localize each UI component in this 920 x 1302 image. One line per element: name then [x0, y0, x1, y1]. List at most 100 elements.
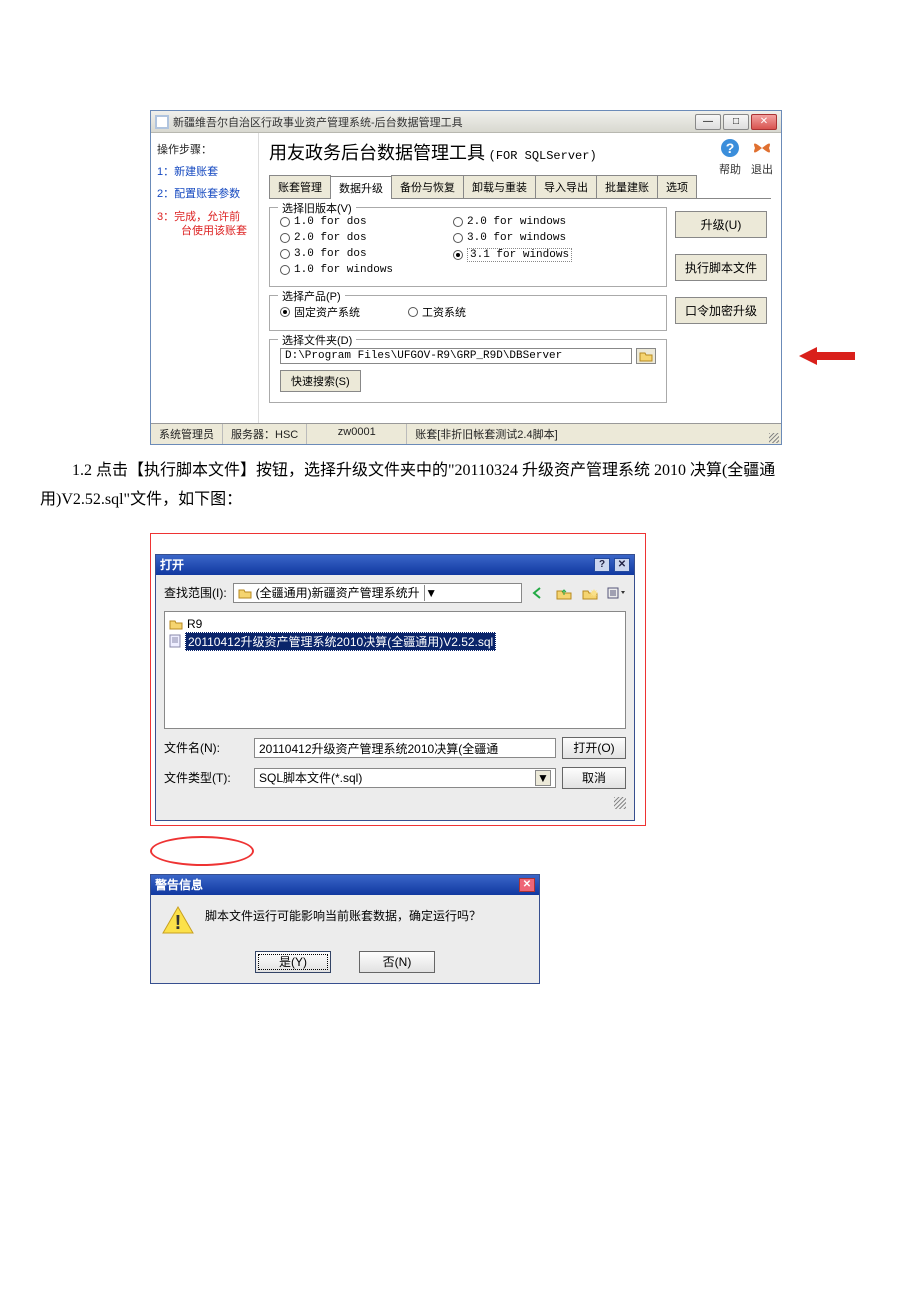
chevron-down-icon: ▼ — [535, 770, 551, 786]
chevron-down-icon: ▼ — [424, 585, 438, 601]
tab-backup[interactable]: 备份与恢复 — [391, 175, 464, 198]
svg-text:?: ? — [726, 140, 735, 156]
folder-icon — [169, 618, 183, 630]
radio-v2dos[interactable]: 2.0 for dos — [280, 232, 393, 244]
warning-icon: ! — [161, 905, 195, 935]
annotation-arrow — [799, 345, 855, 367]
radio-v2win[interactable]: 2.0 for windows — [453, 216, 572, 228]
step-link-3b[interactable]: 台使用该账套 — [157, 224, 252, 238]
no-button[interactable]: 否(N) — [359, 951, 435, 973]
open-button[interactable]: 打开(O) — [562, 737, 626, 759]
tab-upgrade[interactable]: 数据升级 — [330, 176, 392, 199]
yes-button[interactable]: 是(Y) — [255, 951, 331, 973]
new-folder-button[interactable] — [580, 583, 600, 603]
help-button[interactable]: ? 帮助 — [719, 137, 741, 177]
tab-options[interactable]: 选项 — [657, 175, 697, 198]
annotation-ellipse — [150, 836, 254, 866]
resize-grip-icon[interactable] — [614, 797, 626, 809]
tab-account[interactable]: 账套管理 — [269, 175, 331, 198]
body-paragraph: 1.2 点击【执行脚本文件】按钮，选择升级文件夹中的"20110324 升级资产… — [40, 457, 880, 515]
folder-open-icon — [639, 350, 653, 362]
list-item-folder[interactable]: R9 — [169, 617, 621, 631]
up-folder-button[interactable] — [554, 583, 574, 603]
help-icon: ? — [719, 137, 741, 159]
close-button[interactable]: ✕ — [751, 114, 777, 130]
back-button[interactable] — [528, 583, 548, 603]
list-view-icon — [607, 586, 625, 600]
group-version: 选择旧版本(V) 1.0 for dos 2.0 for dos 3.0 for… — [269, 207, 667, 287]
tab-import[interactable]: 导入导出 — [535, 175, 597, 198]
open-dialog-frame: 打开 ? ✕ 查找范围(I): (全疆通用)新疆资产管理系统升 ▼ — [150, 533, 646, 826]
radio-v1dos[interactable]: 1.0 for dos — [280, 216, 393, 228]
steps-heading: 操作步骤： — [157, 141, 252, 157]
step-link-1[interactable]: 1：新建账套 — [157, 165, 252, 179]
step-link-3a[interactable]: 3：完成，允许前 — [157, 210, 252, 224]
status-code: zw0001 — [307, 424, 407, 444]
minimize-button[interactable]: — — [695, 114, 721, 130]
folder-path-input[interactable]: D:\Program Files\UFGOV-R9\GRP_R9D\DBServ… — [280, 348, 632, 364]
filetype-dropdown[interactable]: SQL脚本文件(*.sql) ▼ — [254, 768, 556, 788]
group-product: 选择产品(P) 固定资产系统 工资系统 — [269, 295, 667, 331]
main-window: 新疆维吾尔自治区行政事业资产管理系统-后台数据管理工具 — □ ✕ 操作步骤： … — [150, 110, 782, 445]
status-account: 账套[非折旧帐套测试2.4脚本] — [407, 424, 767, 444]
close-button[interactable]: ✕ — [519, 878, 535, 892]
quick-search-button[interactable]: 快速搜索(S) — [280, 370, 361, 392]
butterfly-icon — [751, 137, 773, 159]
group-product-legend: 选择产品(P) — [278, 288, 345, 304]
radio-product-asset[interactable]: 固定资产系统 — [280, 304, 360, 320]
warning-dialog: 警告信息 ✕ ! 脚本文件运行可能影响当前账套数据，确定运行吗？ 是(Y) 否(… — [150, 874, 540, 984]
exec-script-button[interactable]: 执行脚本文件 — [675, 254, 767, 281]
radio-product-salary[interactable]: 工资系统 — [408, 304, 466, 320]
tabs: 账套管理 数据升级 备份与恢复 卸载与重装 导入导出 批量建账 选项 — [269, 175, 771, 199]
close-button[interactable]: ✕ — [614, 558, 630, 572]
open-dialog: 打开 ? ✕ 查找范围(I): (全疆通用)新疆资产管理系统升 ▼ — [155, 554, 635, 821]
warning-message: 脚本文件运行可能影响当前账套数据，确定运行吗？ — [205, 905, 481, 924]
radio-v3win[interactable]: 3.0 for windows — [453, 232, 572, 244]
steps-sidebar: 操作步骤： 1：新建账套 2：配置账套参数 3：完成，允许前 台使用该账套 — [151, 133, 259, 423]
app-icon — [155, 115, 169, 129]
toolbar-right: ? 帮助 退出 — [719, 137, 773, 177]
lookin-dropdown[interactable]: (全疆通用)新疆资产管理系统升 ▼ — [233, 583, 522, 603]
list-item-file[interactable]: 20110412升级资产管理系统2010决算(全疆通用)V2.52.sql — [169, 632, 621, 651]
group-folder: 选择文件夹(D) D:\Program Files\UFGOV-R9\GRP_R… — [269, 339, 667, 403]
view-menu-button[interactable] — [606, 583, 626, 603]
main-panel: 用友政务后台数据管理工具 (FOR SQLServer) ? 帮助 退出 账套管… — [259, 133, 781, 423]
step-link-2[interactable]: 2：配置账套参数 — [157, 187, 252, 201]
titlebar: 新疆维吾尔自治区行政事业资产管理系统-后台数据管理工具 — □ ✕ — [151, 111, 781, 133]
radio-v3dos[interactable]: 3.0 for dos — [280, 248, 393, 260]
open-dialog-title: 打开 — [160, 556, 594, 573]
folder-up-icon — [556, 586, 572, 600]
page-subtitle: (FOR SQLServer) — [489, 149, 597, 163]
status-user: 系统管理员 — [151, 424, 223, 444]
radio-v31win[interactable]: 3.1 for windows — [453, 248, 572, 262]
resize-grip-icon[interactable] — [767, 424, 781, 444]
help-button[interactable]: ? — [594, 558, 610, 572]
filename-label: 文件名(N): — [164, 739, 248, 756]
page-title: 用友政务后台数据管理工具 — [269, 143, 485, 163]
maximize-button[interactable]: □ — [723, 114, 749, 130]
filetype-label: 文件类型(T): — [164, 769, 248, 786]
group-folder-legend: 选择文件夹(D) — [278, 332, 356, 348]
folder-new-icon — [582, 586, 598, 600]
status-bar: 系统管理员 服务器：HSC zw0001 账套[非折旧帐套测试2.4脚本] — [151, 423, 781, 444]
arrow-left-icon — [530, 586, 546, 600]
tab-batch[interactable]: 批量建账 — [596, 175, 658, 198]
browse-button[interactable] — [636, 348, 656, 364]
lookin-label: 查找范围(I): — [164, 584, 227, 601]
pwd-encrypt-button[interactable]: 口令加密升级 — [675, 297, 767, 324]
svg-text:!: ! — [175, 912, 182, 934]
tab-uninstall[interactable]: 卸载与重装 — [463, 175, 536, 198]
file-list[interactable]: R9 20110412升级资产管理系统2010决算(全疆通用)V2.52.sql — [164, 611, 626, 729]
window-title: 新疆维吾尔自治区行政事业资产管理系统-后台数据管理工具 — [173, 114, 695, 130]
exit-button[interactable]: 退出 — [751, 137, 773, 177]
filename-input[interactable]: 20110412升级资产管理系统2010决算(全疆通 — [254, 738, 556, 758]
open-dialog-titlebar: 打开 ? ✕ — [156, 555, 634, 575]
radio-v1win[interactable]: 1.0 for windows — [280, 264, 393, 276]
sql-file-icon — [169, 634, 181, 648]
upgrade-button[interactable]: 升级(U) — [675, 211, 767, 238]
warning-titlebar: 警告信息 ✕ — [151, 875, 539, 895]
status-server: 服务器：HSC — [223, 424, 307, 444]
cancel-button[interactable]: 取消 — [562, 767, 626, 789]
folder-open-icon — [238, 587, 252, 599]
warning-title: 警告信息 — [155, 876, 519, 893]
